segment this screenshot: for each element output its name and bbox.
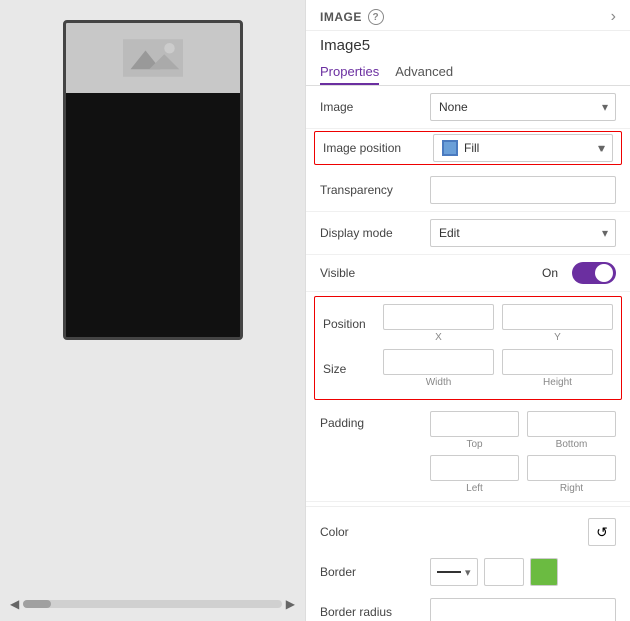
- padding-top-input[interactable]: 0: [430, 411, 519, 437]
- size-inputs: 605 Width 127 Height: [383, 349, 613, 388]
- display-mode-label: Display mode: [320, 226, 430, 240]
- fill-icon: [442, 140, 458, 156]
- size-row: Size 605 Width 127 Height: [323, 346, 613, 391]
- size-height-group: 127 Height: [502, 349, 613, 388]
- size-width-input[interactable]: 605: [383, 349, 494, 375]
- padding-left-label: Left: [466, 483, 483, 494]
- transparency-label: Transparency: [320, 183, 430, 197]
- phone-frame: [63, 20, 243, 340]
- padding-right-input[interactable]: 0: [527, 455, 616, 481]
- padding-right-group: 0 Right: [527, 455, 616, 494]
- padding-top-label: Top: [466, 439, 482, 450]
- border-controls: ▾ 0: [430, 558, 616, 586]
- border-line-icon: [437, 571, 461, 573]
- display-mode-row: Display mode Edit: [306, 212, 630, 255]
- image-position-row: Image position Fill ▾: [323, 134, 613, 162]
- section-label: IMAGE: [320, 10, 362, 24]
- display-mode-select-wrapper: Edit: [430, 219, 616, 247]
- position-y-label: Y: [554, 332, 561, 343]
- transparency-input[interactable]: 0: [430, 176, 616, 204]
- border-radius-input[interactable]: 0: [430, 598, 616, 621]
- image-position-select[interactable]: Fill ▾: [433, 134, 613, 162]
- fill-icon-svg: [443, 141, 457, 155]
- position-inputs: 16 X 22 Y: [383, 304, 613, 343]
- border-style-chevron-icon: ▾: [465, 566, 471, 579]
- padding-top-group: 0 Top: [430, 411, 519, 450]
- visible-control: On: [430, 262, 616, 284]
- position-x-label: X: [435, 332, 442, 343]
- help-icon[interactable]: ?: [368, 9, 384, 25]
- border-radius-row: Border radius 0: [306, 591, 630, 621]
- collapse-icon[interactable]: ›: [611, 8, 616, 26]
- image-position-select-wrapper: Fill ▾: [433, 134, 613, 162]
- padding-bottom-input[interactable]: 0: [527, 411, 616, 437]
- border-radius-control: 0: [430, 598, 616, 621]
- position-label: Position: [323, 317, 383, 331]
- scroll-arrow-left-icon[interactable]: ◀: [10, 597, 19, 611]
- display-mode-select[interactable]: Edit: [430, 219, 616, 247]
- tabs-container: Properties Advanced: [306, 58, 630, 86]
- panel-header: IMAGE ? ›: [306, 0, 630, 31]
- position-y-group: 22 Y: [502, 304, 613, 343]
- padding-left-group: 0 Left: [430, 455, 519, 494]
- image-select-wrapper: None: [430, 93, 616, 121]
- size-label: Size: [323, 362, 383, 376]
- panel-title: Image5: [306, 31, 630, 56]
- image-label: Image: [320, 100, 430, 114]
- size-width-group: 605 Width: [383, 349, 494, 388]
- visible-toggle[interactable]: [572, 262, 616, 284]
- padding-right-label: Right: [560, 483, 583, 494]
- image-control: None: [430, 93, 616, 121]
- padding-label: Padding: [320, 411, 430, 430]
- position-y-input[interactable]: 22: [502, 304, 613, 330]
- padding-top-bottom: 0 Top 0 Bottom: [430, 411, 616, 450]
- padding-left-right: 0 Left 0 Right: [430, 455, 616, 494]
- panel-header-left: IMAGE ?: [320, 9, 384, 25]
- right-panel: IMAGE ? › Image5 Properties Advanced Ima…: [305, 0, 630, 621]
- padding-left-input[interactable]: 0: [430, 455, 519, 481]
- tab-properties[interactable]: Properties: [320, 58, 379, 85]
- visible-label: Visible: [320, 266, 430, 280]
- divider-1: [306, 506, 630, 507]
- position-x-input[interactable]: 16: [383, 304, 494, 330]
- color-label: Color: [320, 525, 430, 539]
- size-height-input[interactable]: 127: [502, 349, 613, 375]
- padding-bottom-group: 0 Bottom: [527, 411, 616, 450]
- border-width-input[interactable]: 0: [484, 558, 524, 586]
- image-position-value: Fill: [464, 141, 592, 155]
- border-color-swatch[interactable]: [530, 558, 558, 586]
- visible-row: Visible On: [306, 255, 630, 292]
- border-label: Border: [320, 565, 430, 579]
- size-width-label: Width: [426, 377, 452, 388]
- transparency-row: Transparency 0: [306, 169, 630, 212]
- phone-black-area: [66, 93, 240, 340]
- image-row: Image None: [306, 86, 630, 129]
- padding-bottom-label: Bottom: [556, 439, 588, 450]
- color-refresh-button[interactable]: ↺: [588, 518, 616, 546]
- transparency-control: 0: [430, 176, 616, 204]
- properties-content: Image None Image position: [306, 86, 630, 621]
- position-x-group: 16 X: [383, 304, 494, 343]
- image-select[interactable]: None: [430, 93, 616, 121]
- visible-on-label: On: [542, 266, 558, 280]
- image-position-chevron-icon: ▾: [598, 141, 604, 155]
- border-row: Border ▾ 0: [306, 553, 630, 591]
- position-size-group: Position 16 X 22 Y Size 605: [314, 296, 622, 400]
- border-radius-label: Border radius: [320, 605, 430, 619]
- image-position-highlighted: Image position Fill ▾: [314, 131, 622, 165]
- color-row: Color ↺: [306, 511, 630, 553]
- tab-advanced[interactable]: Advanced: [395, 58, 453, 85]
- scroll-arrow-right-icon[interactable]: ▶: [286, 597, 295, 611]
- border-style-select[interactable]: ▾: [430, 558, 478, 586]
- size-height-label: Height: [543, 377, 572, 388]
- position-row: Position 16 X 22 Y: [323, 301, 613, 346]
- mountain-icon: [123, 38, 183, 78]
- image-placeholder: [66, 23, 240, 93]
- padding-section: Padding 0 Top 0 Bottom 0 Left: [306, 404, 630, 502]
- padding-controls: 0 Top 0 Bottom 0 Left 0 Right: [430, 411, 616, 494]
- display-mode-control: Edit: [430, 219, 616, 247]
- canvas-area: ◀ ▶: [0, 0, 305, 621]
- image-position-label: Image position: [323, 141, 433, 155]
